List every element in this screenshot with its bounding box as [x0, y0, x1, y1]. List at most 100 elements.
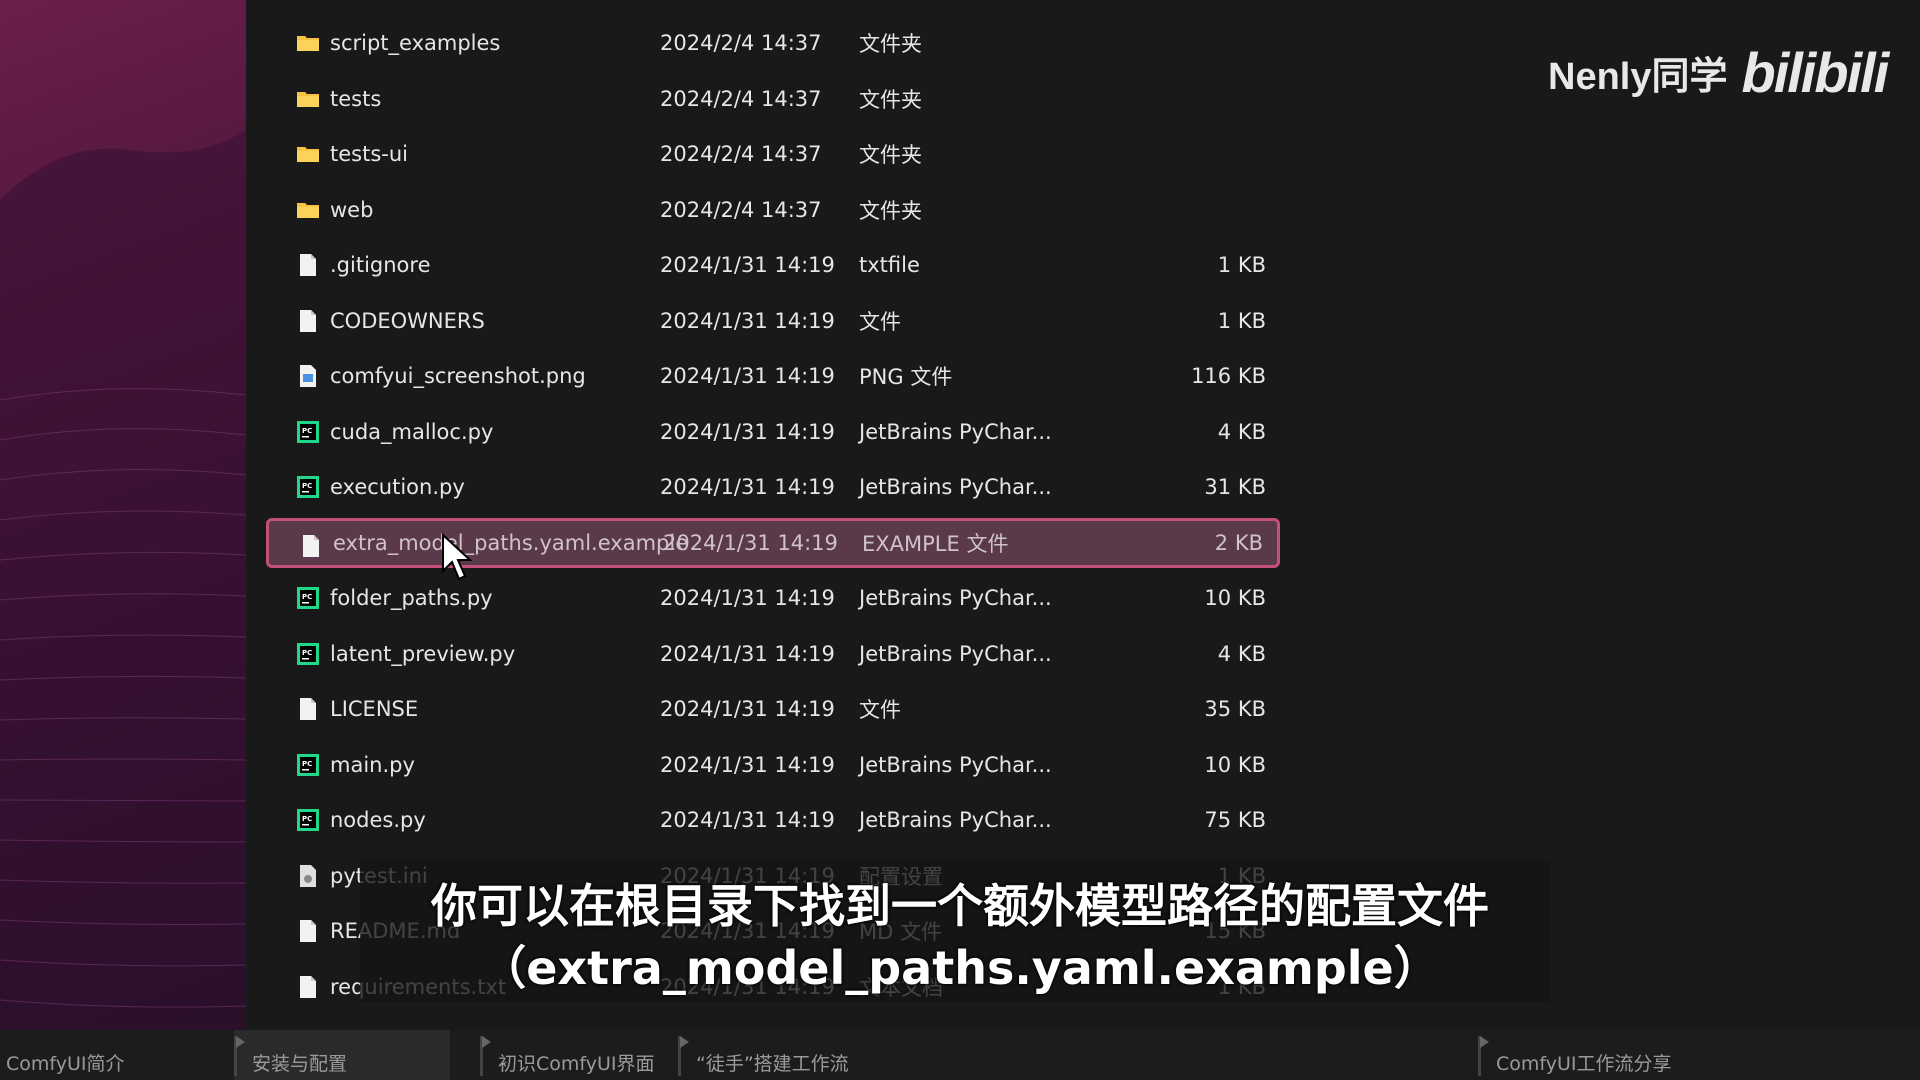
chapter-segment[interactable]: ComfyUI工作流分享	[1478, 1030, 1920, 1080]
folder-icon	[296, 198, 320, 222]
file-type: 文件夹	[859, 32, 922, 56]
pycharm-file-icon: PC	[296, 475, 320, 499]
file-name: .gitignore	[330, 253, 431, 277]
author-name: Nenly同学	[1548, 56, 1728, 98]
file-row[interactable]: PC folder_paths.py 2024/1/31 14:19 JetBrain…	[266, 573, 1280, 623]
chapter-segment[interactable]: “徒手”搭建工作流	[678, 1030, 978, 1080]
chapter-label: ComfyUI简介	[6, 1053, 125, 1075]
file-name: tests	[330, 86, 382, 111]
file-type: JetBrains PyChar...	[859, 586, 1052, 610]
file-date: 2024/2/4 14:37	[660, 86, 822, 111]
chapter-label: “徒手”搭建工作流	[696, 1053, 849, 1075]
file-row[interactable]: web 2024/2/4 14:37 文件夹	[266, 185, 1280, 235]
file-size: 75 KB	[1204, 808, 1266, 832]
file-date: 2024/1/31 14:19	[660, 419, 835, 444]
file-size: 31 KB	[1204, 475, 1266, 499]
chapter-segment[interactable]: 安装与配置	[234, 1030, 450, 1080]
file-date: 2024/2/4 14:37	[660, 197, 822, 222]
folder-icon	[296, 142, 320, 166]
file-row[interactable]: CODEOWNERS 2024/1/31 14:19 文件 1 KB	[266, 296, 1280, 346]
file-date: 2024/1/31 14:19	[660, 752, 835, 777]
file-row[interactable]: LICENSE 2024/1/31 14:19 文件 35 KB	[266, 684, 1280, 734]
file-name: tests-ui	[330, 142, 408, 166]
bilibili-logo: bilibili	[1741, 41, 1889, 104]
chapter-flag-icon	[1480, 1036, 1489, 1048]
file-type: JetBrains PyChar...	[859, 419, 1052, 444]
chapter-segment[interactable]: ComfyUI简介	[0, 1030, 234, 1080]
pycharm-file-icon: PC	[296, 642, 320, 666]
file-type: JetBrains PyChar...	[859, 641, 1052, 666]
file-type: 文件夹	[859, 198, 922, 223]
file-name: nodes.py	[330, 808, 426, 832]
file-type: PNG 文件	[859, 365, 953, 389]
chapter-segment[interactable]: 初识ComfyUI界面	[480, 1030, 678, 1080]
file-size: 2 KB	[1214, 530, 1263, 555]
file-row[interactable]: PC latent_preview.py 2024/1/31 14:19 JetBra…	[266, 629, 1280, 679]
file-date: 2024/1/31 14:19	[660, 253, 835, 277]
channel-watermark: Nenly同学 bilibili	[1548, 40, 1889, 105]
file-date: 2024/1/31 14:19	[663, 530, 838, 555]
file-size: 10 KB	[1204, 586, 1266, 610]
chapter-flag-icon	[482, 1036, 491, 1048]
folder-icon	[296, 87, 320, 111]
file-icon	[296, 309, 320, 333]
pycharm-file-icon: PC	[296, 420, 320, 444]
file-row[interactable]: script_examples 2024/2/4 14:37 文件夹	[266, 18, 1280, 68]
file-date: 2024/1/31 14:19	[660, 808, 835, 832]
file-date: 2024/1/31 14:19	[660, 475, 835, 499]
folder-icon	[296, 31, 320, 55]
file-row-selected[interactable]: extra_model_paths.yaml.example 2024/1/31 …	[266, 517, 1280, 568]
file-size: 116 KB	[1191, 364, 1266, 388]
file-name: CODEOWNERS	[330, 308, 485, 333]
file-name: main.py	[330, 752, 415, 777]
svg-text:PC: PC	[302, 760, 312, 768]
file-date: 2024/2/4 14:37	[660, 31, 822, 55]
file-name: cuda_malloc.py	[330, 419, 494, 444]
file-date: 2024/1/31 14:19	[660, 586, 835, 610]
svg-text:PC: PC	[302, 427, 312, 435]
file-date: 2024/1/31 14:19	[660, 641, 835, 666]
file-size: 10 KB	[1204, 752, 1266, 777]
file-name: comfyui_screenshot.png	[330, 364, 586, 388]
svg-text:PC: PC	[302, 593, 312, 601]
file-row[interactable]: PC nodes.py 2024/1/31 14:19 JetBrains PyCha…	[266, 795, 1280, 845]
file-row[interactable]: tests-ui 2024/2/4 14:37 文件夹	[266, 129, 1280, 179]
file-row[interactable]: PC execution.py 2024/1/31 14:19 JetBrains P…	[266, 462, 1280, 512]
file-date: 2024/1/31 14:19	[660, 308, 835, 333]
chapter-flag-icon	[236, 1036, 245, 1048]
file-type: JetBrains PyChar...	[859, 475, 1052, 499]
file-size: 1 KB	[1217, 308, 1266, 333]
file-name: web	[330, 197, 374, 222]
file-type: 文件	[859, 309, 901, 334]
file-type: JetBrains PyChar...	[859, 752, 1052, 777]
file-type: 文件	[859, 698, 901, 722]
file-size: 1 KB	[1217, 253, 1266, 277]
image-file-icon	[296, 364, 320, 388]
file-row[interactable]: PC main.py 2024/1/31 14:19 JetBrains PyChar…	[266, 740, 1280, 790]
file-name: latent_preview.py	[330, 641, 516, 666]
chapter-flag-icon	[680, 1036, 689, 1048]
file-size: 4 KB	[1217, 419, 1266, 444]
file-type: JetBrains PyChar...	[859, 808, 1052, 832]
file-icon	[299, 534, 323, 558]
chapter-label: 安装与配置	[252, 1053, 348, 1075]
chapter-label: 初识ComfyUI界面	[498, 1053, 655, 1075]
video-chapter-bar: ComfyUI简介 安装与配置 初识ComfyUI界面 “徒手”搭建工作流 ComfyU…	[0, 1030, 1920, 1080]
file-row[interactable]: PC cuda_malloc.py 2024/1/31 14:19 JetBrains…	[266, 407, 1280, 457]
file-row[interactable]: tests 2024/2/4 14:37 文件夹	[266, 74, 1280, 124]
file-name: folder_paths.py	[330, 586, 493, 610]
file-type: 文件夹	[859, 143, 922, 167]
file-size: 35 KB	[1204, 697, 1266, 721]
file-date: 2024/1/31 14:19	[660, 697, 835, 721]
svg-text:PC: PC	[302, 815, 312, 823]
file-type: EXAMPLE 文件	[862, 531, 1009, 556]
file-name: LICENSE	[330, 697, 419, 721]
file-type: 文件夹	[859, 87, 922, 112]
pycharm-file-icon: PC	[296, 753, 320, 777]
file-row[interactable]: comfyui_screenshot.png 2024/1/31 14:19 PNG…	[266, 351, 1280, 401]
file-type: txtfile	[859, 253, 920, 277]
svg-text:PC: PC	[302, 649, 312, 657]
file-name: script_examples	[330, 31, 501, 55]
file-row[interactable]: .gitignore 2024/1/31 14:19 txtfile 1 KB	[266, 240, 1280, 290]
file-icon	[296, 253, 320, 277]
